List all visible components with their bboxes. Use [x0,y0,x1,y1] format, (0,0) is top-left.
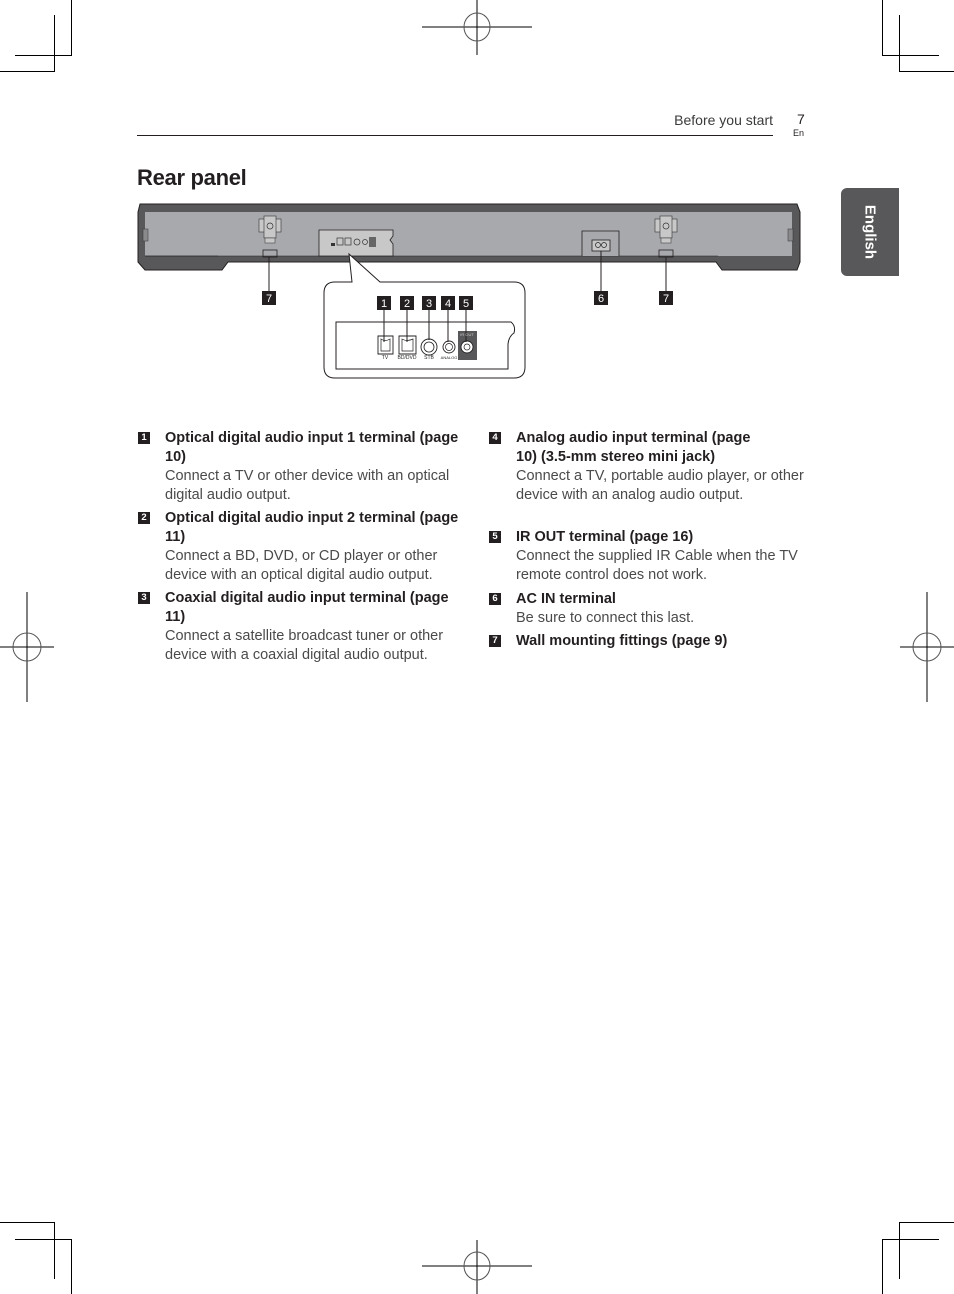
item-heading: Coaxial digital audio input terminal (pa… [165,590,449,625]
item-heading: Analog audio input terminal (page 10) (3… [516,430,751,465]
callout-3: 3 [426,298,432,310]
item-heading: Wall mounting fittings (page 9) [516,633,728,649]
item-6: 6 AC IN terminal Be sure to connect this… [489,590,814,628]
item-number: 4 [489,432,501,444]
item-1: 1 Optical digital audio input 1 terminal… [138,429,468,505]
item-number: 2 [138,512,150,524]
callout-5: 5 [463,298,469,310]
item-heading: Optical digital audio input 2 terminal (… [165,510,459,545]
rear-panel-diagram: TV BD/DVD STB ANALOG IR OUT 7 1 2 3 4 5 … [137,203,801,379]
item-description: Connect a TV or other device with an opt… [165,468,450,503]
item-number: 7 [489,635,501,647]
port-label-analog: ANALOG [441,355,458,360]
item-heading: Optical digital audio input 1 terminal (… [165,430,459,465]
item-heading: IR OUT terminal (page 16) [516,529,694,545]
item-5: 5 IR OUT terminal (page 16) Connect the … [489,528,814,585]
callout-1: 1 [381,298,387,310]
item-number: 5 [489,531,501,543]
item-number: 6 [489,593,501,605]
callout-4: 4 [445,298,451,310]
terminal-panel [318,229,394,257]
callout-6: 6 [598,293,604,305]
item-heading: AC IN terminal [516,591,616,607]
port-label-stb: STB [424,355,434,361]
soundbar-body [137,203,801,271]
callout-7-left: 7 [266,293,272,305]
item-number: 1 [138,432,150,444]
item-number: 3 [138,592,150,604]
item-4: 4 Analog audio input terminal (page 10) … [489,429,814,505]
item-7: 7 Wall mounting fittings (page 9) [489,632,814,651]
item-description: Be sure to connect this last. [516,610,695,626]
item-2: 2 Optical digital audio input 2 terminal… [138,509,468,585]
port-label-tv: TV [382,355,389,361]
item-description: Connect a BD, DVD, or CD player or other… [165,548,438,583]
item-3: 3 Coaxial digital audio input terminal (… [138,589,468,665]
item-description: Connect a satellite broadcast tuner or o… [165,628,444,663]
callout-7-right: 7 [663,293,669,305]
item-description: Connect the supplied IR Cable when the T… [516,548,798,583]
port-label-bd-dvd: BD/DVD [398,355,417,361]
item-description: Connect a TV, portable audio player, or … [516,468,804,503]
callout-2: 2 [404,298,410,310]
port-label-ir-out: IR OUT [460,332,474,337]
